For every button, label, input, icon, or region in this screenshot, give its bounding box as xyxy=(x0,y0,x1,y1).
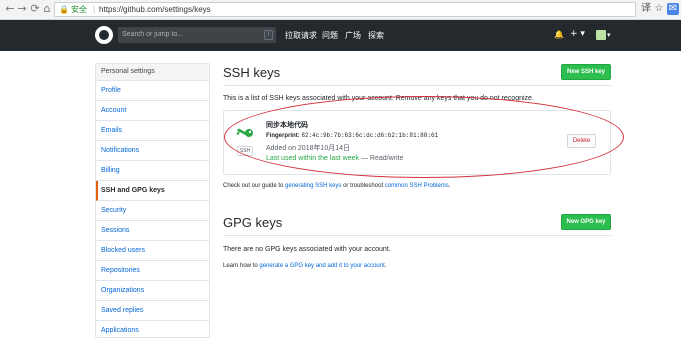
nav-issues[interactable]: 问题 xyxy=(322,30,338,41)
new-gpg-key-button[interactable]: New GPG key xyxy=(561,214,611,230)
generate-gpg-key-link[interactable]: generate a GPG key and add it to your ac… xyxy=(259,263,384,269)
gpg-learn-text: Learn how to generate a GPG key and add … xyxy=(223,263,386,269)
secure-label: 安全 xyxy=(70,5,87,14)
ssh-footer-mid: or troubleshoot xyxy=(341,183,385,189)
ssh-footer-text: Check out our guide to generating SSH ke… xyxy=(223,183,450,189)
github-logo-icon[interactable] xyxy=(95,26,113,44)
sidebar-item-repositories[interactable]: Repositories xyxy=(96,261,209,281)
common-ssh-problems-link[interactable]: common SSH Problems xyxy=(385,183,449,189)
sidebar-item-emails[interactable]: Emails xyxy=(96,121,209,141)
search-input[interactable]: Search or jump to... / xyxy=(118,27,276,43)
sidebar-item-applications[interactable]: Applications xyxy=(96,321,209,337)
forward-icon[interactable]: → xyxy=(16,3,28,15)
search-shortcut-key: / xyxy=(264,30,273,40)
sidebar-item-account[interactable]: Account xyxy=(96,101,209,121)
bell-icon[interactable]: 🔔 xyxy=(554,30,564,39)
reload-icon[interactable]: ⟳ xyxy=(29,3,41,15)
divider xyxy=(223,85,611,86)
url-separator: | xyxy=(92,5,96,14)
back-icon[interactable]: ← xyxy=(4,3,16,15)
nav-pull-requests[interactable]: 拉取请求 xyxy=(285,30,317,41)
gpg-empty-text: There are no GPG keys associated with yo… xyxy=(223,246,391,253)
star-icon[interactable]: ☆ xyxy=(653,3,665,15)
lock-icon: 🔒 xyxy=(59,5,69,14)
extension-icon[interactable]: ✉ xyxy=(667,3,679,15)
nav-marketplace[interactable]: 广场 xyxy=(345,30,361,41)
sidebar-item-profile[interactable]: Profile xyxy=(96,81,209,101)
sidebar-item-blocked-users[interactable]: Blocked users xyxy=(96,241,209,261)
settings-sidebar: Personal settings Profile Account Emails… xyxy=(95,63,210,338)
divider xyxy=(223,235,611,236)
address-bar[interactable]: 🔒 安全 | https://github.com/settings/keys xyxy=(54,2,636,17)
generating-ssh-keys-link[interactable]: generating SSH keys xyxy=(285,183,341,189)
sidebar-item-ssh-gpg-keys[interactable]: SSH and GPG keys xyxy=(96,181,209,201)
gpg-learn-end: . xyxy=(384,263,387,269)
avatar[interactable] xyxy=(596,30,606,40)
sidebar-item-notifications[interactable]: Notifications xyxy=(96,141,209,161)
sidebar-item-sessions[interactable]: Sessions xyxy=(96,221,209,241)
gpg-learn-pre: Learn how to xyxy=(223,263,260,269)
url-text[interactable]: https://github.com/settings/keys xyxy=(99,5,211,14)
annotation-ellipse xyxy=(224,96,624,178)
sidebar-heading: Personal settings xyxy=(96,64,209,81)
ssh-keys-heading: SSH keys xyxy=(223,65,281,80)
create-new-dropdown[interactable]: + ▾ xyxy=(570,29,585,39)
site-header: Search or jump to... / 拉取请求 问题 广场 探索 🔔 +… xyxy=(0,20,681,51)
sidebar-item-security[interactable]: Security xyxy=(96,201,209,221)
chevron-down-icon[interactable]: ▾ xyxy=(607,31,611,39)
nav-explore[interactable]: 探索 xyxy=(368,30,384,41)
new-ssh-key-button[interactable]: New SSH key xyxy=(561,64,611,80)
gpg-keys-heading: GPG keys xyxy=(223,215,283,230)
sidebar-item-billing[interactable]: Billing xyxy=(96,161,209,181)
browser-toolbar: ← → ⟳ ⌂ 🔒 安全 | https://github.com/settings/… xyxy=(0,0,681,20)
sidebar-item-organizations[interactable]: Organizations xyxy=(96,281,209,301)
translate-icon[interactable]: 译 xyxy=(640,3,652,15)
ssh-footer-end: . xyxy=(448,183,451,189)
ssh-footer-pre: Check out our guide to xyxy=(223,183,286,189)
search-placeholder: Search or jump to... xyxy=(122,31,184,38)
sidebar-item-saved-replies[interactable]: Saved replies xyxy=(96,301,209,321)
home-icon[interactable]: ⌂ xyxy=(41,3,53,15)
